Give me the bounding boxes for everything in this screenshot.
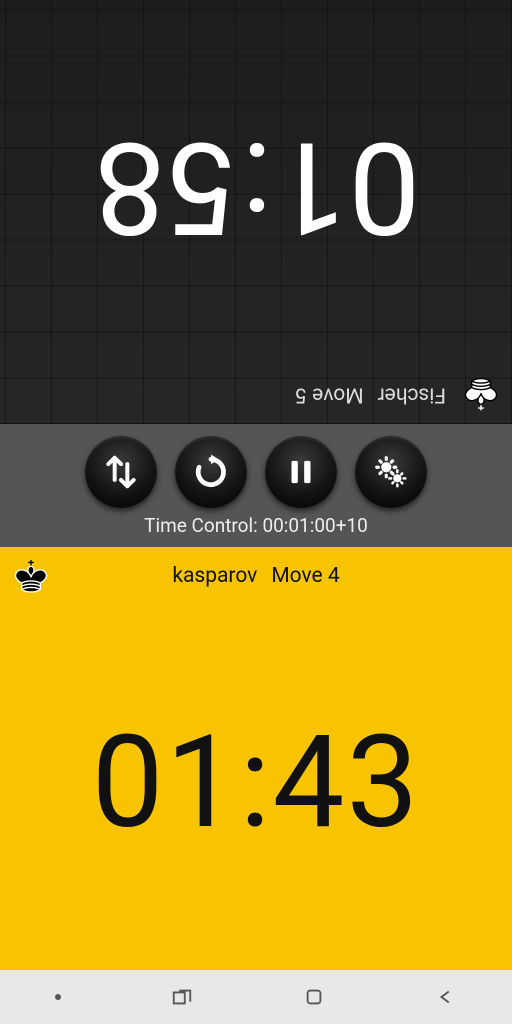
back-icon[interactable] bbox=[435, 986, 457, 1008]
control-bar: Time Control: 00:01:00+10 bbox=[0, 424, 512, 547]
settings-icon bbox=[372, 453, 410, 491]
bottom-player-row: kasparov Move 4 bbox=[0, 547, 512, 597]
swap-button[interactable] bbox=[85, 436, 157, 508]
control-buttons-row bbox=[85, 436, 427, 508]
top-player-clock[interactable]: Fischer Move 5 01:58 bbox=[0, 0, 512, 424]
pause-button[interactable] bbox=[265, 436, 337, 508]
reset-button[interactable] bbox=[175, 436, 247, 508]
bottom-timer-display: 01:43 bbox=[0, 597, 512, 971]
bottom-player-clock[interactable]: kasparov Move 4 01:43 bbox=[0, 547, 512, 971]
pause-icon bbox=[282, 453, 320, 491]
top-player-row: Fischer Move 5 bbox=[0, 374, 512, 424]
time-control-label: Time Control: 00:01:00+10 bbox=[144, 514, 368, 537]
top-player-name: Fischer bbox=[378, 383, 446, 407]
android-nav-bar bbox=[0, 970, 512, 1024]
white-king-icon bbox=[460, 374, 502, 416]
settings-button[interactable] bbox=[355, 436, 427, 508]
bottom-player-name: kasparov bbox=[172, 564, 257, 588]
reset-icon bbox=[192, 453, 230, 491]
bottom-move-count: Move 4 bbox=[271, 564, 339, 588]
recents-icon[interactable] bbox=[171, 986, 193, 1008]
top-timer-display: 01:58 bbox=[0, 0, 512, 374]
nav-menu-dot[interactable] bbox=[55, 994, 61, 1000]
bottom-time-value: 01:43 bbox=[92, 708, 421, 858]
top-time-value: 01:58 bbox=[92, 112, 421, 262]
black-king-icon bbox=[10, 555, 52, 597]
swap-icon bbox=[102, 453, 140, 491]
home-icon[interactable] bbox=[303, 986, 325, 1008]
top-move-count: Move 5 bbox=[295, 383, 363, 407]
